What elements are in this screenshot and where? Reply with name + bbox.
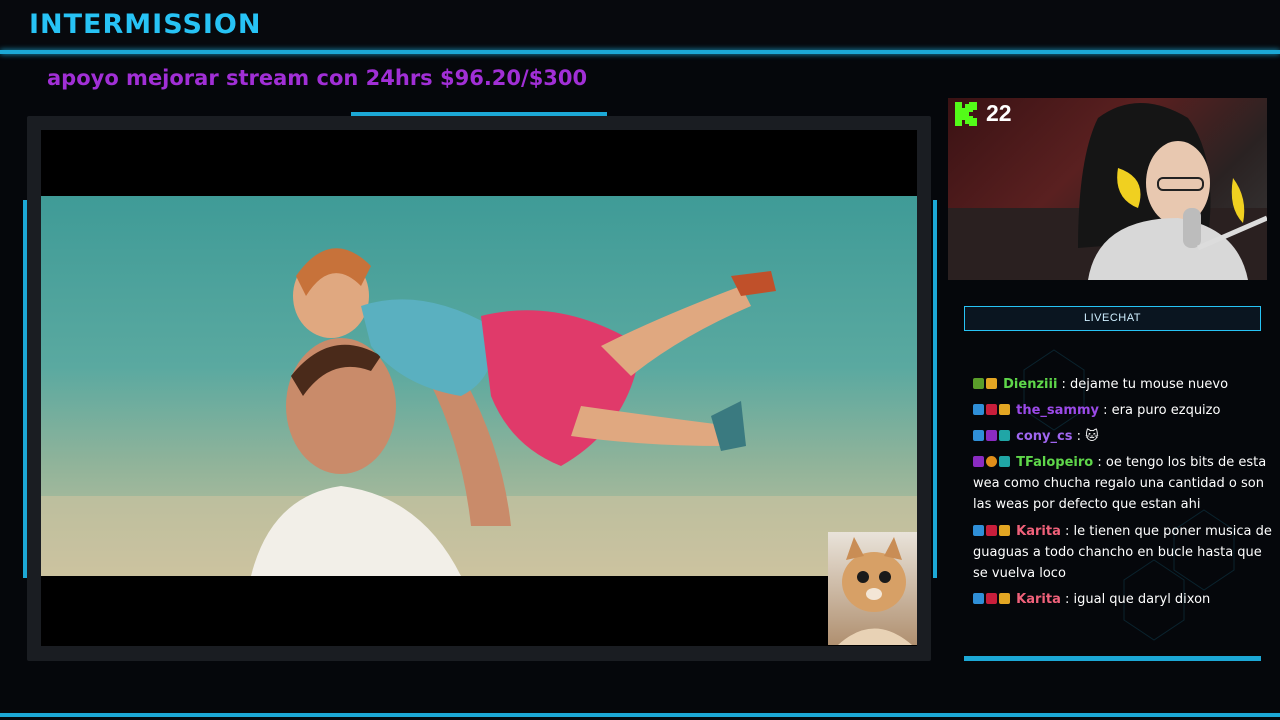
video-scene-illustration <box>41 248 917 576</box>
cat-camera-overlay <box>828 532 917 645</box>
heart-badge-icon <box>986 430 997 441</box>
boost-badge-icon <box>973 404 984 415</box>
gift-badge-icon <box>999 456 1010 467</box>
chat-bottom-accent <box>964 656 1261 661</box>
crown-badge-icon <box>999 404 1010 415</box>
chat-username[interactable]: Karita <box>1016 592 1061 607</box>
video-scene <box>41 196 917 576</box>
frame-right-accent <box>933 200 937 578</box>
chat-username[interactable]: Karita <box>1016 524 1061 539</box>
chat-message: Karita : le tienen que poner musica de g… <box>973 521 1278 584</box>
chat-text: : 🐱 <box>1076 429 1099 444</box>
boost-badge-icon <box>973 525 984 536</box>
top-bar: INTERMISSION <box>0 0 1280 50</box>
chat-message: TFalopeiro : oe tengo los bits de esta w… <box>973 452 1278 515</box>
chat-username[interactable]: the_sammy <box>1016 403 1099 418</box>
chat-message: the_sammy : era puro ezquizo <box>973 400 1278 421</box>
chat-message: Karita : igual que daryl dixon <box>973 589 1278 610</box>
subscriber-badge-icon <box>973 378 984 389</box>
top-accent-line <box>0 50 1280 54</box>
chat-text: : era puro ezquizo <box>1103 403 1221 418</box>
crown-badge-icon <box>986 378 997 389</box>
chat-text: : igual que daryl dixon <box>1064 592 1211 607</box>
frame-top-accent <box>351 112 607 116</box>
heart-badge-icon <box>986 525 997 536</box>
chat-text: : dejame tu mouse nuevo <box>1061 377 1229 392</box>
heart-badge-icon <box>986 593 997 604</box>
crown-badge-icon <box>999 593 1010 604</box>
subscriber-badge-icon <box>973 456 984 467</box>
crown-badge-icon <box>999 525 1010 536</box>
gift-badge-icon <box>999 430 1010 441</box>
chat-username[interactable]: TFalopeiro <box>1016 455 1093 470</box>
chat-username[interactable]: cony_cs <box>1016 429 1072 444</box>
chat-message: cony_cs : 🐱 <box>973 426 1278 447</box>
scene-title: INTERMISSION <box>29 9 262 40</box>
frame-left-accent <box>23 200 27 578</box>
chat-username[interactable]: Dienziii <box>1003 377 1057 392</box>
boost-badge-icon <box>973 593 984 604</box>
cat-image <box>838 537 912 645</box>
viewer-count: 22 <box>986 100 1012 126</box>
livechat-header: LIVECHAT <box>964 306 1261 331</box>
boost-badge-icon <box>973 430 984 441</box>
chat-message: Dienziii : dejame tu mouse nuevo <box>973 374 1278 395</box>
bottom-accent-line <box>0 713 1280 717</box>
donation-goal-text: apoyo mejorar stream con 24hrs $96.20/$3… <box>47 66 588 90</box>
video-player[interactable] <box>41 130 917 646</box>
kick-icon <box>955 102 977 126</box>
heart-badge-icon <box>986 404 997 415</box>
bits-badge-icon <box>986 456 997 467</box>
